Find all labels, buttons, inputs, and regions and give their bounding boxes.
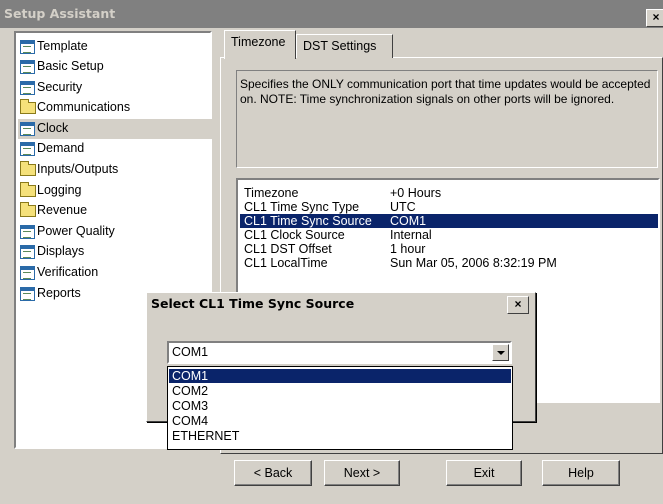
dropdown-option-com2[interactable]: COM2	[169, 384, 511, 398]
source-combobox[interactable]: COM1	[167, 341, 512, 364]
dropdown-option-ethernet[interactable]: ETHERNET	[169, 429, 511, 443]
tree-item-label: Displays	[37, 244, 85, 258]
description-text: Specifies the ONLY communication port th…	[240, 77, 651, 106]
next-button[interactable]: Next >	[324, 460, 400, 486]
document-icon	[20, 40, 35, 54]
document-icon	[20, 60, 35, 74]
tree-item-verification[interactable]: Verification	[18, 263, 212, 283]
setting-value: UTC	[390, 200, 416, 214]
dropdown-option-com4[interactable]: COM4	[169, 414, 511, 428]
close-icon: ×	[514, 297, 522, 311]
settings-row-time-sync-source[interactable]: CL1 Time Sync Source COM1	[240, 214, 658, 228]
setting-key: CL1 LocalTime	[244, 256, 328, 270]
tree-item-label: Inputs/Outputs	[37, 162, 119, 176]
setting-key: CL1 DST Offset	[244, 242, 332, 256]
tab-label: DST Settings	[303, 39, 377, 53]
tree-item-clock[interactable]: Clock	[18, 119, 212, 139]
folder-icon	[20, 161, 36, 176]
window-title-bar[interactable]: Setup Assistant ×	[0, 0, 663, 28]
setting-key: Timezone	[244, 186, 299, 200]
tree-item-label: Revenue	[37, 203, 88, 217]
setting-value: +0 Hours	[390, 186, 442, 200]
tree-item-label: Security	[37, 80, 83, 94]
dropdown-arrow-button[interactable]	[492, 344, 509, 361]
setting-key: CL1 Time Sync Source	[244, 214, 372, 228]
tree-item-logging[interactable]: Logging	[18, 181, 212, 201]
folder-icon	[20, 182, 36, 197]
tree-item-basic-setup[interactable]: Basic Setup	[18, 57, 212, 77]
tree-item-displays[interactable]: Displays	[18, 242, 212, 262]
tree-item-label: Verification	[37, 265, 99, 279]
document-icon	[20, 266, 35, 280]
window-title: Setup Assistant	[4, 6, 116, 21]
setting-value: COM1	[390, 214, 427, 228]
setting-value: Internal	[390, 228, 432, 242]
tree-item-label: Basic Setup	[37, 59, 104, 73]
document-icon	[20, 245, 35, 259]
tree-item-demand[interactable]: Demand	[18, 139, 212, 159]
setting-value: 1 hour	[390, 242, 426, 256]
source-dropdown-list[interactable]: COM1 COM2 COM3 COM4 ETHERNET	[167, 366, 513, 450]
dialog-title: Select CL1 Time Sync Source	[151, 296, 355, 311]
settings-row-clock-source[interactable]: CL1 Clock Source Internal	[240, 228, 658, 242]
document-icon	[20, 122, 35, 136]
help-button[interactable]: Help	[542, 460, 620, 486]
back-button[interactable]: < Back	[234, 460, 312, 486]
folder-icon	[20, 99, 36, 114]
tree-item-label: Logging	[37, 183, 82, 197]
tree-item-label: Clock	[37, 121, 69, 135]
settings-row-local-time[interactable]: CL1 LocalTime Sun Mar 05, 2006 8:32:19 P…	[240, 256, 658, 270]
document-icon	[20, 81, 35, 95]
tree-item-label: Power Quality	[37, 224, 115, 238]
tab-timezone[interactable]: Timezone	[224, 30, 296, 59]
tree-item-communications[interactable]: Communications	[18, 98, 212, 118]
tree-item-security[interactable]: Security	[18, 78, 212, 98]
setting-key: CL1 Time Sync Type	[244, 200, 360, 214]
combobox-value: COM1	[172, 345, 209, 359]
tree-item-inputs-outputs[interactable]: Inputs/Outputs	[18, 160, 212, 180]
dialog-title-bar[interactable]: Select CL1 Time Sync Source ×	[147, 293, 535, 315]
tab-dst-settings[interactable]: DST Settings	[296, 34, 393, 58]
dropdown-option-com1[interactable]: COM1	[169, 369, 511, 383]
exit-button[interactable]: Exit	[446, 460, 522, 486]
tree-item-label: Reports	[37, 286, 81, 300]
setting-key: CL1 Clock Source	[244, 228, 345, 242]
window-close-button[interactable]: ×	[646, 9, 663, 27]
description-box: Specifies the ONLY communication port th…	[236, 70, 658, 168]
tree-item-template[interactable]: Template	[18, 37, 212, 57]
document-icon	[20, 225, 35, 239]
settings-row-timezone[interactable]: Timezone +0 Hours	[240, 186, 658, 200]
dropdown-option-com3[interactable]: COM3	[169, 399, 511, 413]
dialog-close-button[interactable]: ×	[507, 296, 529, 314]
tree-item-revenue[interactable]: Revenue	[18, 201, 212, 221]
close-icon: ×	[652, 10, 660, 24]
settings-row-time-sync-type[interactable]: CL1 Time Sync Type UTC	[240, 200, 658, 214]
folder-icon	[20, 202, 36, 217]
settings-row-dst-offset[interactable]: CL1 DST Offset 1 hour	[240, 242, 658, 256]
tree-item-label: Communications	[37, 100, 131, 114]
tree-item-label: Template	[37, 39, 88, 53]
tab-label: Timezone	[231, 35, 286, 49]
setting-value: Sun Mar 05, 2006 8:32:19 PM	[390, 256, 557, 270]
tree-item-label: Demand	[37, 141, 85, 155]
tree-item-power-quality[interactable]: Power Quality	[18, 222, 212, 242]
document-icon	[20, 287, 35, 301]
document-icon	[20, 142, 35, 156]
